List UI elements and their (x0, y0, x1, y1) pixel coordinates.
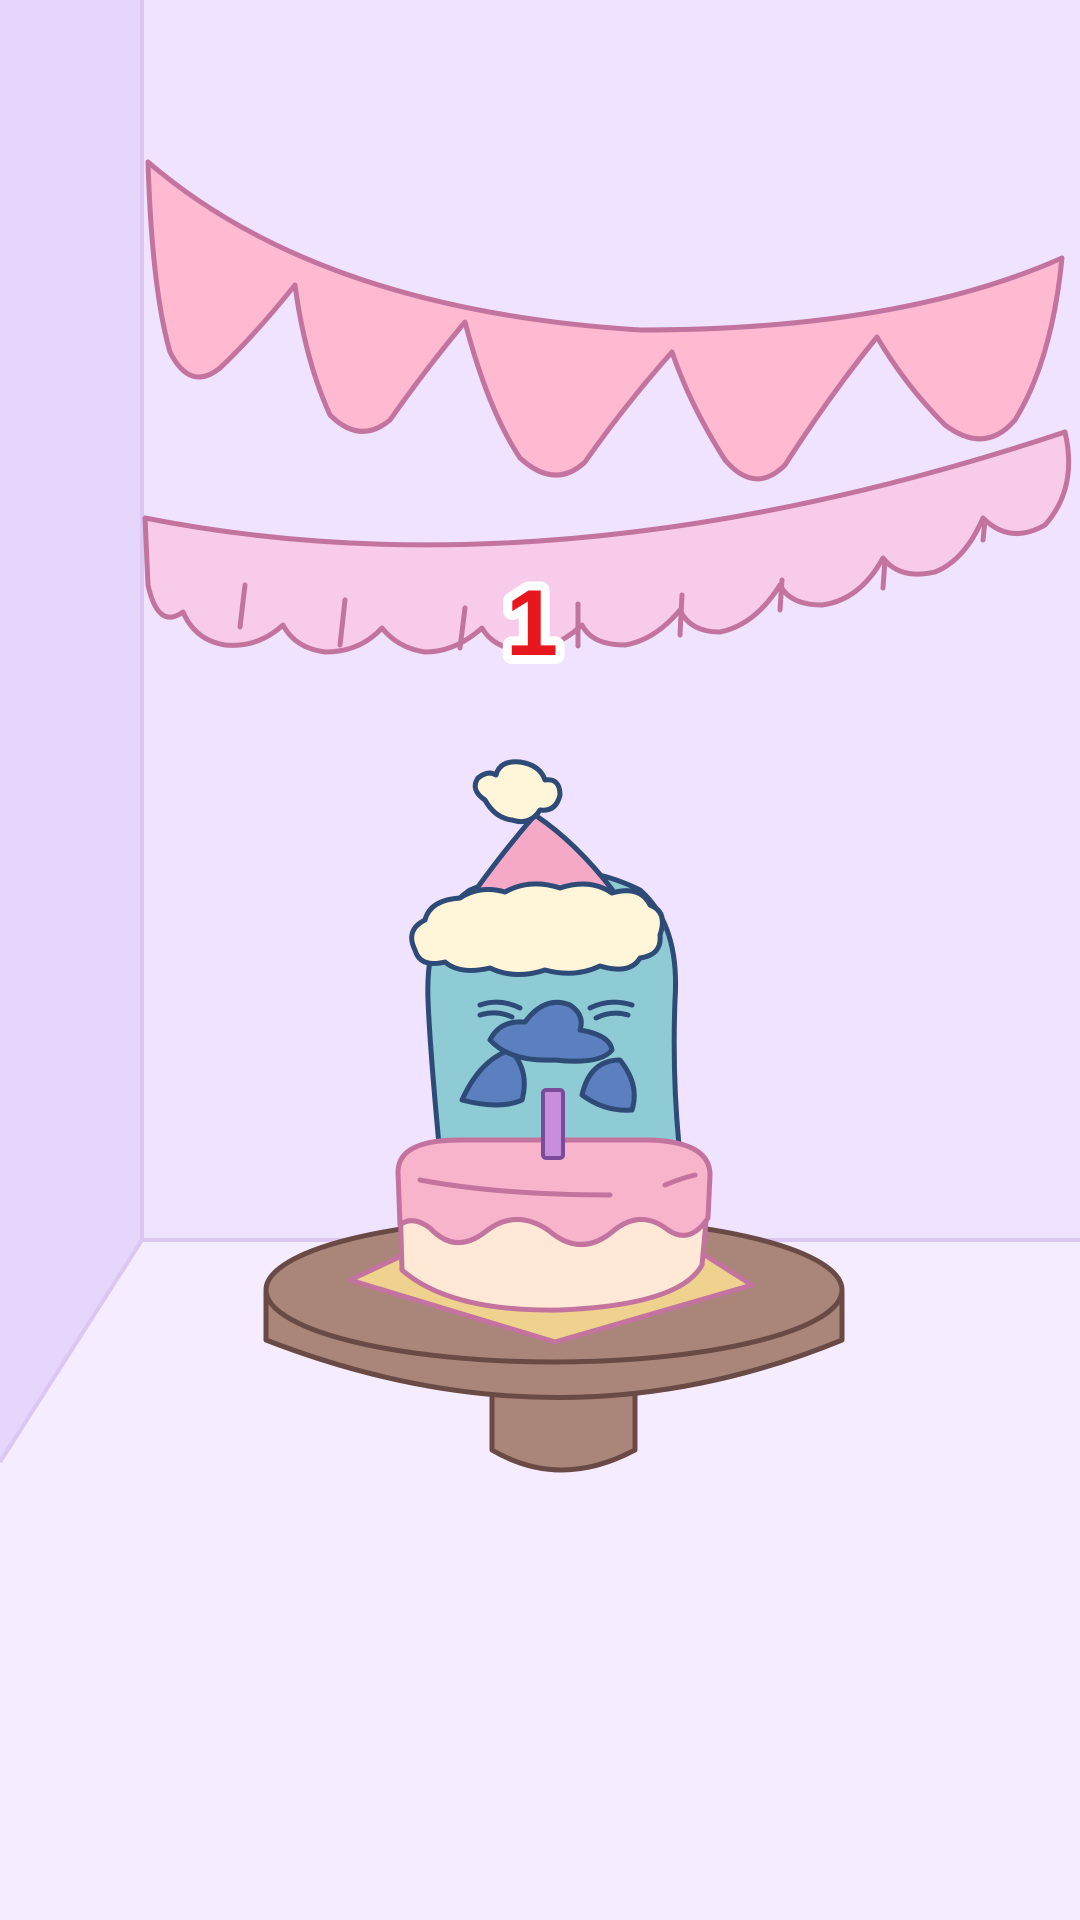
party-hat-brim (409, 881, 665, 977)
side-wall (0, 0, 142, 1462)
birthday-scene: 1 1 (0, 0, 1080, 1920)
candle (541, 1088, 565, 1160)
number-label: 1 (506, 570, 558, 675)
number-label-badge: 1 1 (497, 561, 567, 684)
candle-stick (541, 1088, 565, 1160)
